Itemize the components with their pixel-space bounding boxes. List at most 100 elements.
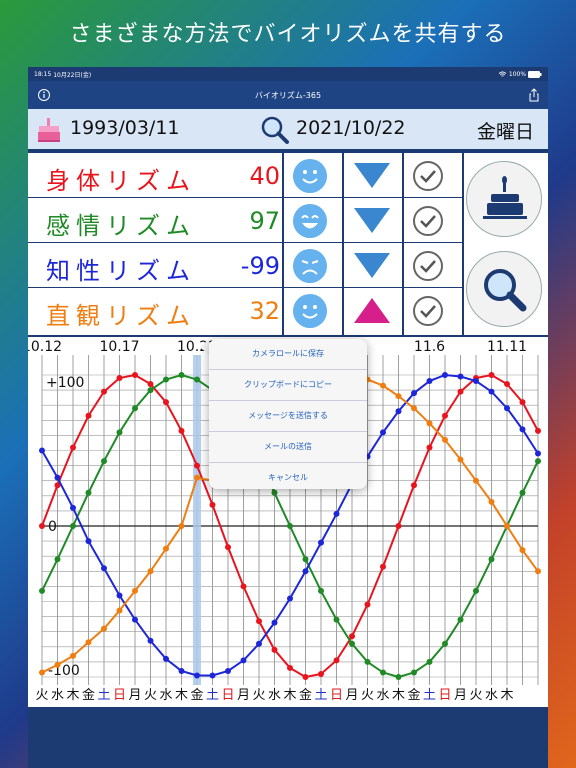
data-point [426,378,433,385]
status-date: 10月22日(金) [53,71,92,79]
weekday-label: 金曜日 [477,121,535,143]
navigation-bar: バイオリズム-365 [28,81,548,109]
date-info-bar: 1993/03/11 2021/10/22 金曜日 [28,109,548,151]
weekday-label: 木 [283,688,296,703]
data-point [209,672,216,679]
data-point [256,640,262,647]
data-point [178,523,185,529]
selected-day-highlight [193,355,201,685]
data-point [163,655,169,662]
data-point [318,587,324,594]
rhythm-row-intellectual: 知性リズム -99 [28,243,464,288]
data-point [54,661,61,668]
data-point [395,408,402,415]
data-point [85,489,92,496]
data-point [39,447,45,454]
data-point [519,489,526,496]
data-point [395,523,402,529]
data-point [318,539,324,546]
smile-face-icon [293,294,327,328]
birthdate-label[interactable]: 1993/03/11 [70,117,180,139]
weekday-label: 水 [376,688,389,703]
data-point [147,568,154,575]
check-icon[interactable] [412,295,444,327]
status-time: 18:15 [34,70,52,78]
data-point [116,607,123,614]
check-icon[interactable] [412,160,444,192]
check-icon[interactable] [412,250,444,282]
data-point [349,633,355,640]
weekday-label: 火 [144,688,157,703]
data-point [426,444,433,451]
table-divider [342,153,344,335]
data-point [411,405,417,412]
data-point [178,667,185,674]
data-point [70,504,76,511]
data-point [519,547,526,554]
weekday-label: 月 [128,688,141,703]
data-point [209,501,216,508]
data-point [101,625,107,632]
data-point [54,556,61,563]
data-point [163,545,169,552]
data-point [271,619,278,626]
data-point [504,405,510,412]
data-point [411,390,417,397]
search-button[interactable] [466,251,542,327]
bottom-bar [28,707,548,768]
data-point [225,544,231,551]
weekday-label: 水 [485,688,498,703]
x-tick-label: 10.12 [28,339,62,355]
data-point [163,399,169,406]
data-point [178,372,185,378]
data-point [380,429,386,436]
weekday-label: 金 [190,687,203,703]
data-point [473,587,479,594]
data-point [132,405,138,412]
weekday-label: 金 [407,687,420,703]
battery-icon [528,70,542,78]
weekday-label: 木 [66,688,79,703]
smile-face-icon [293,159,327,193]
send-message-item[interactable]: メッセージを送信する [209,401,367,432]
send-mail-item[interactable]: メールの送信 [209,432,367,463]
table-divider [282,153,284,335]
weekday-label: 日 [438,688,451,703]
data-point [116,592,123,599]
save-to-camera-roll-item[interactable]: カメラロールに保存 [209,339,367,370]
weekday-label: 日 [113,688,126,703]
table-divider [402,153,404,335]
weekday-label: 月 [237,688,250,703]
birthday-button[interactable] [466,161,542,237]
data-point [271,646,278,653]
data-point [132,587,138,594]
data-point [380,563,386,570]
check-icon[interactable] [412,205,444,237]
data-point [85,412,92,419]
data-point [116,375,123,382]
laugh-face-icon [293,204,327,238]
data-point [318,670,324,677]
copy-to-clipboard-item[interactable]: クリップボードにコピー [209,370,367,401]
data-point [101,565,107,572]
data-point [349,640,355,647]
data-point [535,568,541,575]
weekday-label: 火 [252,688,265,703]
data-point [395,393,402,400]
info-icon[interactable] [36,87,52,103]
data-point [70,652,76,659]
data-point [101,388,107,395]
data-point [364,601,371,608]
data-point [116,429,123,436]
data-point [442,372,448,378]
data-point [442,412,448,419]
search-icon [261,116,289,144]
data-point [457,373,464,380]
weekday-label: 月 [345,688,358,703]
share-icon[interactable] [526,87,542,103]
data-point [70,523,76,529]
target-date-label[interactable]: 2021/10/22 [296,117,406,139]
data-point [380,382,386,389]
table-divider [462,153,464,335]
cancel-item[interactable]: キャンセル [209,463,367,493]
